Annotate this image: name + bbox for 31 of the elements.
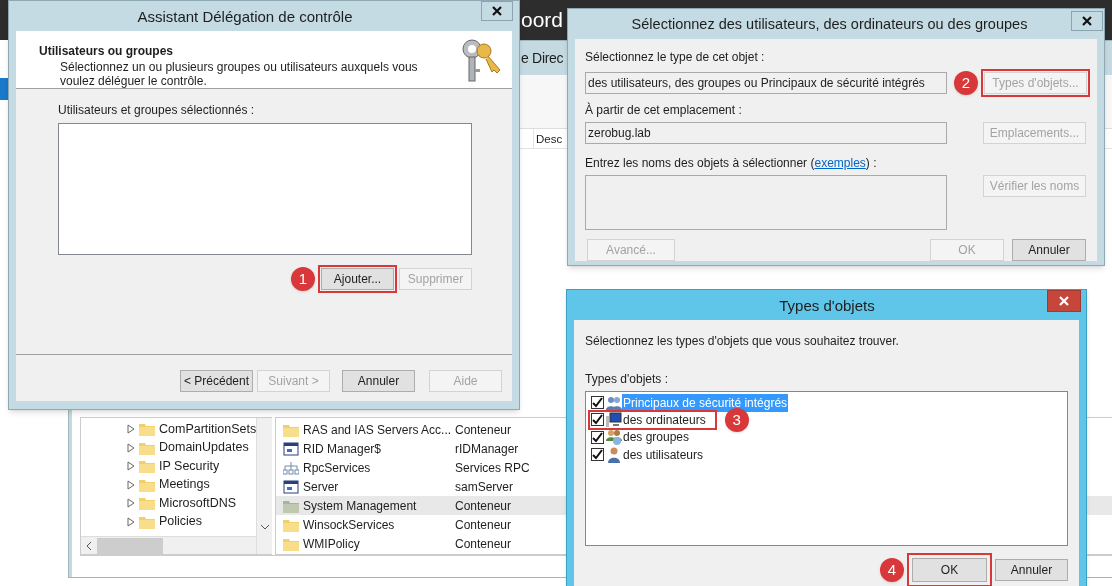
type-cell-text: Conteneur <box>455 535 512 553</box>
field-label: À partir de cet emplacement : <box>585 101 743 119</box>
type-cell-text: rIDManager <box>455 440 519 458</box>
name-cell-text: RAS and IAS Servers Acc... <box>302 421 453 439</box>
name-cell-text: System Management <box>302 497 418 515</box>
wizard-heading: Utilisateurs ou groupes <box>39 43 175 60</box>
callout-badge: 4 <box>880 558 904 582</box>
name-cell-text: RpcServices <box>302 459 372 477</box>
field-label: Types d'objets : <box>585 371 669 388</box>
name-cell-text: WinsockServices <box>302 516 396 534</box>
field-label: Entrez les noms des objets à sélectionner ( <box>585 156 815 170</box>
type-cell-text: Conteneur <box>455 516 512 534</box>
type-cell-text: samServer <box>455 478 513 496</box>
dialog-title: Sélectionnez des utilisateurs, des ordinateurs ou des groupes <box>630 15 1029 34</box>
dialog-title: Assistant Délégation de contrôle <box>136 7 354 27</box>
name-cell-text: RID Manager$ <box>302 440 383 458</box>
dialog-title: Types d'objets <box>778 296 876 316</box>
wizard-description: Sélectionnez un ou plusieurs groupes ou utilisateurs auxquels vous voulez déléguer le contrôle. <box>59 60 419 88</box>
name-cell-text: WMIPolicy <box>302 535 361 553</box>
type-cell-text: Services RPC <box>455 459 530 477</box>
callout-badge: 1 <box>291 267 315 291</box>
field-label: ) : <box>865 156 877 170</box>
callout-badge: 2 <box>954 71 978 95</box>
field-label: Sélectionnez le type de cet objet : <box>585 49 766 66</box>
name-cell-text: Server <box>302 478 340 496</box>
instruction-text: Sélectionnez les types d'objets que vous souhaitez trouver. <box>585 333 900 350</box>
window-title: e Direc <box>521 48 564 68</box>
type-cell-text: Conteneur <box>455 421 512 439</box>
type-cell-text: Conteneur <box>455 497 512 515</box>
field-label: Utilisateurs et groupes sélectionnés : <box>58 102 256 119</box>
header-title: oord <box>521 7 564 34</box>
